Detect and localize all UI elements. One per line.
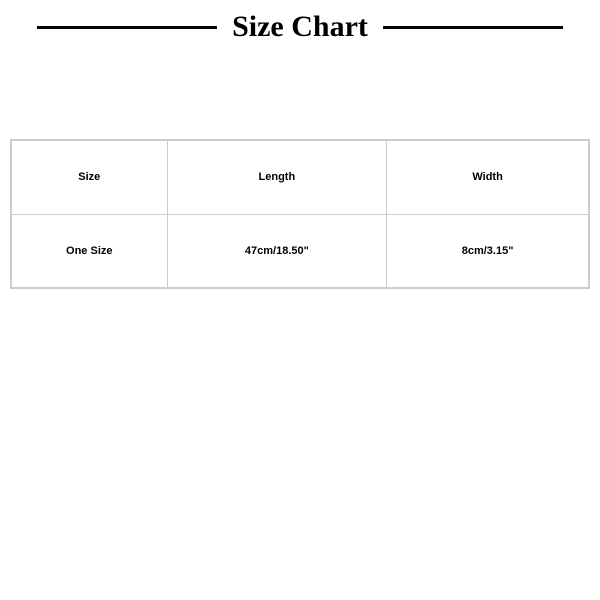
title-rule-left	[37, 26, 217, 29]
title-bar: Size Chart	[0, 0, 600, 44]
title-rule-right	[383, 26, 563, 29]
size-chart-table: Size Length Width One Size 47cm/18.50" 8…	[10, 139, 590, 289]
page-title: Size Chart	[232, 10, 368, 44]
cell-size: One Size	[11, 214, 167, 288]
cell-length: 47cm/18.50"	[167, 214, 387, 288]
table-header-length: Length	[167, 140, 387, 214]
size-chart-container: Size Length Width One Size 47cm/18.50" 8…	[0, 139, 600, 289]
cell-width: 8cm/3.15"	[387, 214, 589, 288]
table-row: One Size 47cm/18.50" 8cm/3.15"	[11, 214, 589, 288]
table-header-size: Size	[11, 140, 167, 214]
table-header-width: Width	[387, 140, 589, 214]
table-header-row: Size Length Width	[11, 140, 589, 214]
